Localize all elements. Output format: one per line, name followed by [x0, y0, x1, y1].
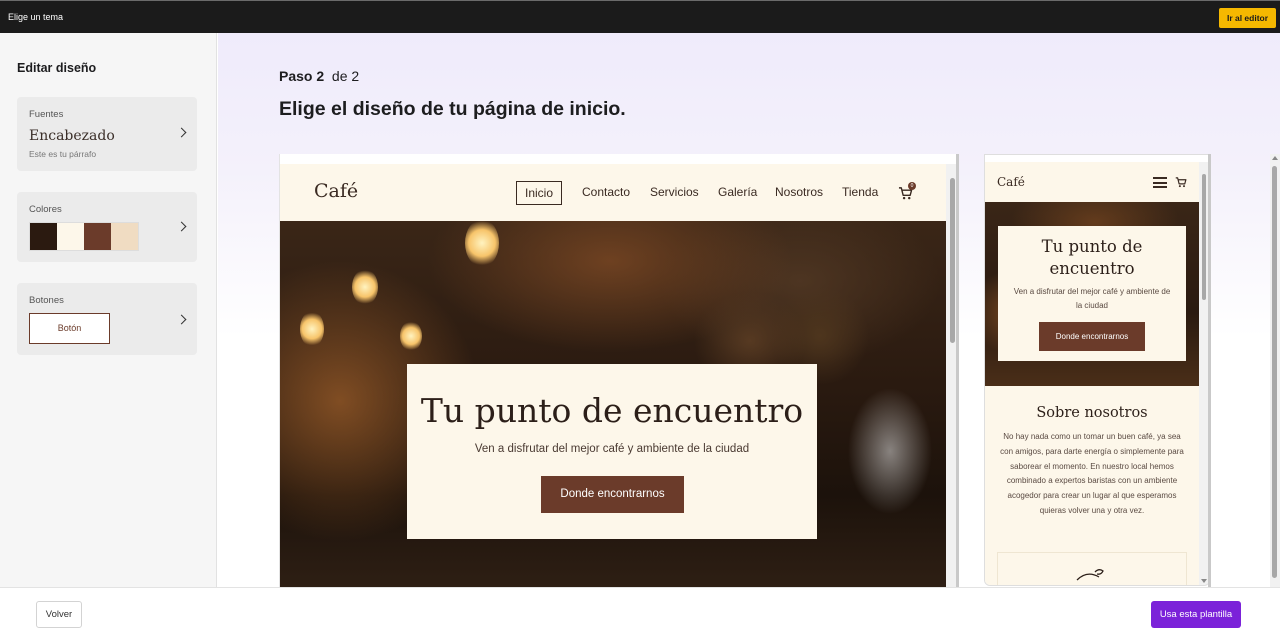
chevron-right-icon[interactable] [176, 127, 187, 138]
mobile-preview[interactable]: Café Tu punto de encuentro Ven a disfrut… [984, 154, 1210, 586]
colors-label: Colores [29, 204, 62, 215]
cart-icon[interactable] [1175, 176, 1187, 188]
scroll-up-arrow-icon[interactable] [1272, 156, 1278, 160]
mobile-navbar: Café [985, 162, 1199, 202]
about-text: No hay nada como un tomar un buen café, … [1000, 432, 1184, 515]
heading-font-sample: Encabezado [29, 128, 115, 144]
step-total: de 2 [331, 68, 360, 84]
nav-item-nosotros[interactable]: Nosotros [775, 185, 823, 199]
mobile-hero-card: Tu punto de encuentro Ven a disfrutar de… [998, 226, 1186, 361]
desktop-preview[interactable]: Café Inicio Contacto Servicios Galería N… [279, 154, 959, 587]
chevron-right-icon[interactable] [176, 221, 187, 232]
color-swatch [57, 223, 84, 250]
about-title: Sobre nosotros [1036, 405, 1148, 421]
button-style-sample: Botón [29, 313, 110, 344]
scrollbar-thumb[interactable] [950, 178, 955, 343]
scrollbar-thumb[interactable] [1272, 166, 1277, 578]
fonts-label: Fuentes [29, 109, 64, 120]
paragraph-font-sample: Este es tu párrafo [29, 149, 97, 159]
cart-count-badge: 0 [908, 182, 916, 190]
color-swatches [29, 222, 139, 251]
divider [1208, 154, 1211, 587]
mobile-find-us-button[interactable]: Donde encontrarnos [1039, 322, 1145, 351]
hero-title: Tu punto de encuentro [420, 391, 804, 430]
light-bulb [465, 221, 499, 267]
light-bulb [352, 269, 378, 305]
nav-item-servicios[interactable]: Servicios [650, 185, 699, 199]
color-swatch [84, 223, 111, 250]
use-template-button[interactable]: Usa esta plantilla [1151, 601, 1241, 628]
sidebar-heading: Editar diseño [17, 61, 97, 75]
color-swatch [30, 223, 57, 250]
buttons-card[interactable]: Botones Botón [17, 283, 197, 355]
scroll-down-arrow-icon[interactable] [1201, 579, 1207, 583]
step-indicator: Paso 2 de 2 [279, 68, 359, 84]
design-sidebar: Editar diseño Fuentes Encabezado Este es… [0, 33, 217, 587]
step-current: Paso 2 [279, 68, 325, 84]
preview-top-strip [280, 154, 959, 164]
go-to-editor-button[interactable]: Ir al editor [1219, 8, 1276, 28]
hamburger-menu-icon[interactable] [1153, 177, 1167, 188]
mobile-logo: Café [997, 175, 1025, 189]
footer-bar: Volver Usa esta plantilla [0, 587, 1280, 636]
top-bar: Elige un tema Ir al editor [0, 0, 1280, 33]
scrollbar-thumb[interactable] [1202, 174, 1206, 300]
chevron-right-icon[interactable] [176, 314, 187, 325]
preview-navbar: Café Inicio Contacto Servicios Galería N… [280, 164, 946, 221]
top-bar-title: Elige un tema [8, 12, 64, 22]
mobile-hero-subtitle: Ven a disfrutar del mejor café y ambient… [1013, 287, 1171, 310]
back-button[interactable]: Volver [36, 601, 82, 628]
divider [956, 154, 959, 587]
nav-item-tienda[interactable]: Tienda [842, 185, 878, 199]
main-area: Paso 2 de 2 Elige el diseño de tu página… [218, 33, 1280, 587]
preview-logo: Café [314, 180, 359, 202]
nav-item-galeria[interactable]: Galería [718, 185, 757, 199]
coffee-cup-icon [1076, 569, 1104, 581]
mobile-hero-title: Tu punto de encuentro [1041, 237, 1143, 278]
mobile-hero-image: Tu punto de encuentro Ven a disfrutar de… [985, 202, 1199, 386]
about-section: Sobre nosotros No hay nada como un tomar… [985, 386, 1199, 585]
color-swatch [111, 223, 138, 250]
light-bulb [400, 321, 422, 351]
buttons-label: Botones [29, 295, 64, 306]
hero-card: Tu punto de encuentro Ven a disfrutar de… [407, 364, 817, 539]
page-title: Elige el diseño de tu página de inicio. [279, 98, 626, 120]
hero-image: Tu punto de encuentro Ven a disfrutar de… [280, 221, 946, 587]
fonts-card[interactable]: Fuentes Encabezado Este es tu párrafo [17, 97, 197, 171]
colors-card[interactable]: Colores [17, 192, 197, 262]
hero-subtitle: Ven a disfrutar del mejor café y ambient… [474, 443, 750, 455]
nav-item-contacto[interactable]: Contacto [582, 185, 630, 199]
find-us-button[interactable]: Donde encontrarnos [541, 476, 684, 513]
page-scrollbar[interactable] [1270, 154, 1280, 587]
light-bulb [300, 311, 324, 347]
nav-item-inicio[interactable]: Inicio [516, 181, 563, 205]
